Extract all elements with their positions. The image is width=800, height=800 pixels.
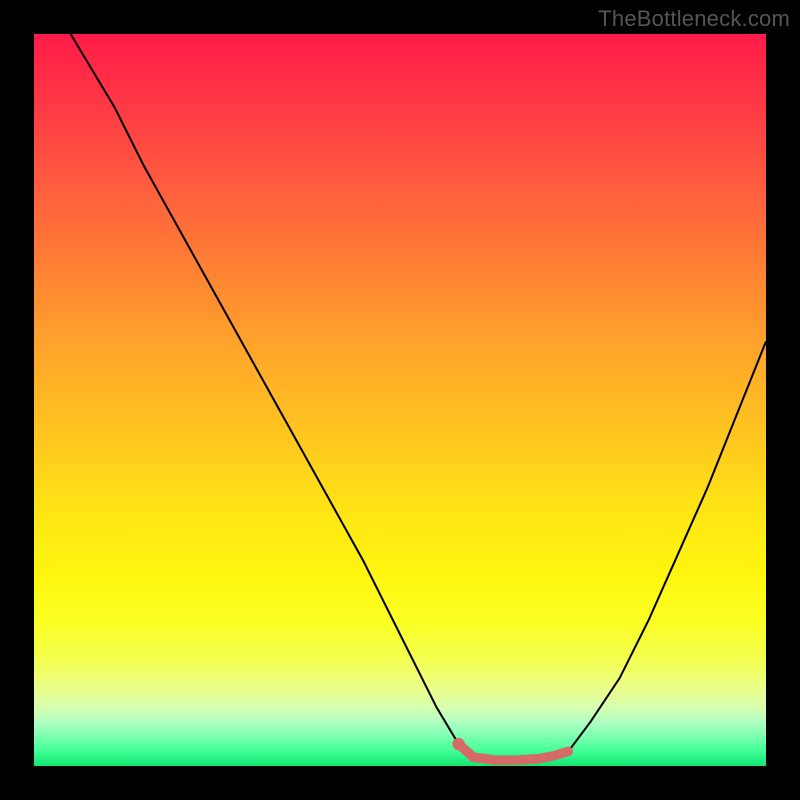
- curve-valley-highlight: [459, 744, 569, 760]
- curve-left-arm: [71, 34, 459, 744]
- watermark-text: TheBottleneck.com: [598, 6, 790, 32]
- chart-svg: [34, 34, 766, 766]
- valley-start-dot: [452, 738, 464, 750]
- chart-container: TheBottleneck.com: [0, 0, 800, 800]
- plot-area: [34, 34, 766, 766]
- curve-right-arm: [568, 341, 766, 751]
